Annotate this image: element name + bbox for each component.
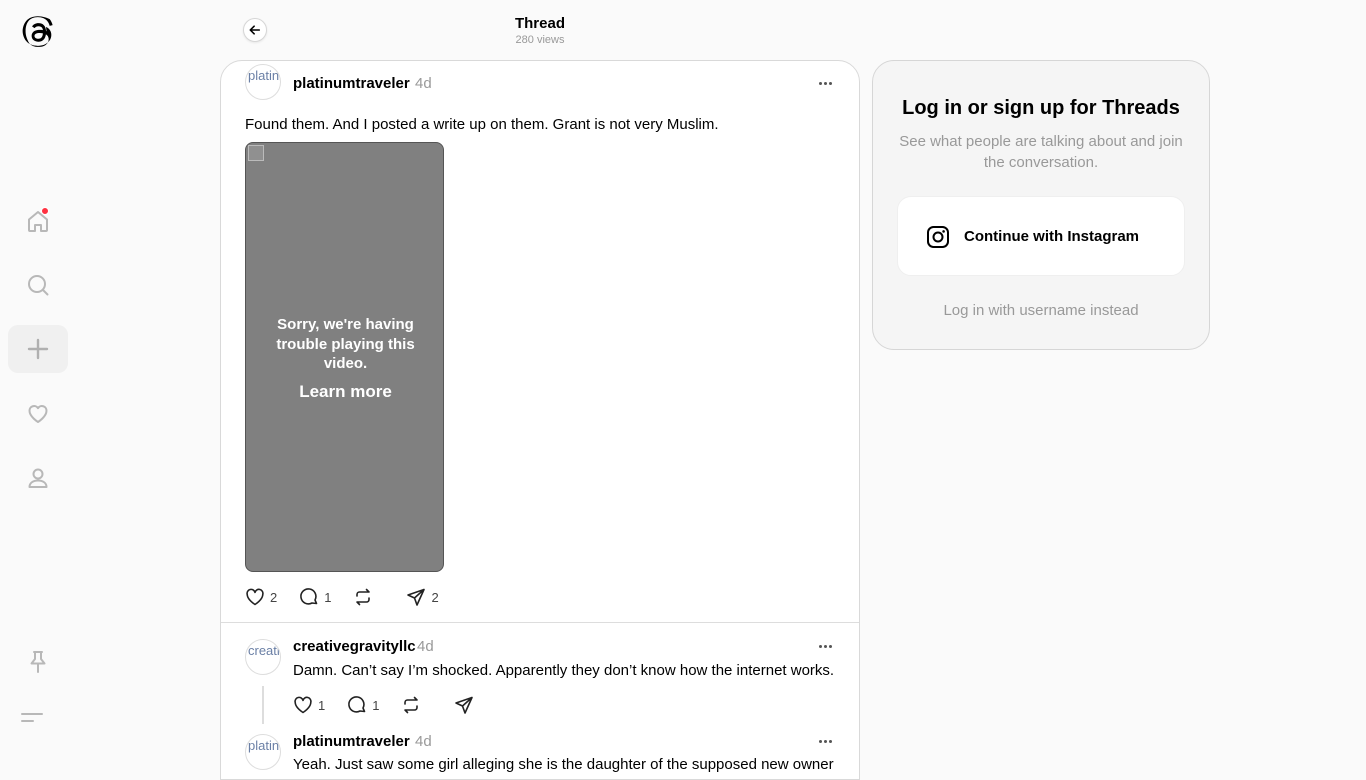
nav-pin-button[interactable] [8, 638, 68, 686]
like-button[interactable]: 2 [245, 587, 277, 607]
continue-with-instagram-button[interactable]: Continue with Instagram [897, 196, 1185, 276]
thread-header: Thread 280 views [220, 0, 860, 60]
login-card: Log in or sign up for Threads See what p… [872, 60, 1210, 350]
avatar[interactable]: platinumtraveler [245, 734, 281, 770]
repost-icon [353, 587, 373, 607]
menu-icon [19, 704, 45, 730]
nav-menu-button[interactable] [2, 693, 62, 741]
reply-count: 1 [324, 589, 332, 605]
thread-connector-line [262, 686, 264, 724]
post-divider [221, 622, 859, 623]
post-text: Damn. Can’t say I’m shocked. Apparently … [293, 662, 835, 679]
like-count: 2 [270, 589, 278, 605]
video-player[interactable]: Sorry, we're having trouble playing this… [245, 142, 444, 572]
repost-button[interactable] [353, 587, 384, 607]
login-with-username-link[interactable]: Log in with username instead [873, 302, 1209, 319]
sidebar [0, 0, 76, 768]
notification-dot [41, 207, 49, 215]
reply-count: 1 [372, 697, 380, 713]
avatar-alt-text: creativegravityllc [248, 643, 280, 658]
post-text: Yeah. Just saw some girl alleging she is… [293, 756, 834, 773]
send-icon [406, 587, 426, 607]
repost-button[interactable] [401, 695, 432, 715]
pin-icon [25, 649, 51, 675]
comment-icon [299, 587, 319, 607]
post-time[interactable]: 4d [417, 638, 434, 655]
login-subtitle: See what people are talking about and jo… [899, 133, 1183, 171]
post-actions: 1 1 [293, 695, 507, 715]
video-error-message: Sorry, we're having trouble playing this… [276, 316, 415, 372]
post-username[interactable]: platinumtraveler [293, 733, 410, 750]
like-button[interactable]: 1 [293, 695, 325, 715]
heart-icon [245, 587, 265, 607]
more-options-icon[interactable] [813, 735, 837, 747]
avatar[interactable]: creativegravityllc [245, 639, 281, 675]
page-title: Thread [514, 15, 565, 32]
thread-feed: platinumtraveler platinumtraveler 4d Fou… [220, 60, 860, 780]
nav-create-button[interactable] [8, 325, 68, 373]
instagram-button-label: Continue with Instagram [964, 228, 1140, 245]
reply-button[interactable]: 1 [299, 587, 331, 607]
repost-icon [401, 695, 421, 715]
search-icon [25, 272, 51, 298]
like-count: 1 [318, 697, 326, 713]
avatar[interactable]: platinumtraveler [245, 64, 281, 100]
view-count: 280 views [515, 34, 565, 46]
avatar-alt-text: platinumtraveler [248, 738, 280, 753]
login-title: Log in or sign up for Threads [902, 97, 1180, 119]
reply-button[interactable]: 1 [347, 695, 379, 715]
nav-profile-button[interactable] [8, 454, 68, 502]
person-icon [25, 465, 51, 491]
plus-icon [25, 336, 51, 362]
post-username[interactable]: creativegravityllc [293, 638, 416, 655]
more-options-icon[interactable] [813, 77, 837, 89]
post-text: Found them. And I posted a write up on t… [245, 116, 719, 133]
post-time[interactable]: 4d [415, 733, 432, 750]
heart-icon [25, 400, 51, 426]
post-username[interactable]: platinumtraveler [293, 75, 410, 92]
share-count: 2 [431, 589, 439, 605]
avatar-alt-text: platinumtraveler [248, 68, 280, 83]
nav-activity-button[interactable] [8, 389, 68, 437]
comment-icon [347, 695, 367, 715]
post-actions: 2 1 2 [245, 587, 461, 607]
broken-image-icon [248, 145, 264, 161]
more-options-icon[interactable] [813, 640, 837, 652]
send-icon [454, 695, 474, 715]
nav-search-button[interactable] [8, 261, 68, 309]
share-button[interactable]: 2 [406, 587, 439, 607]
heart-icon [293, 695, 313, 715]
learn-more-link[interactable]: Learn more [246, 382, 445, 402]
share-button[interactable] [454, 695, 485, 715]
threads-logo-icon[interactable] [22, 16, 54, 50]
post-time[interactable]: 4d [415, 75, 432, 92]
nav-home-button[interactable] [8, 197, 68, 245]
